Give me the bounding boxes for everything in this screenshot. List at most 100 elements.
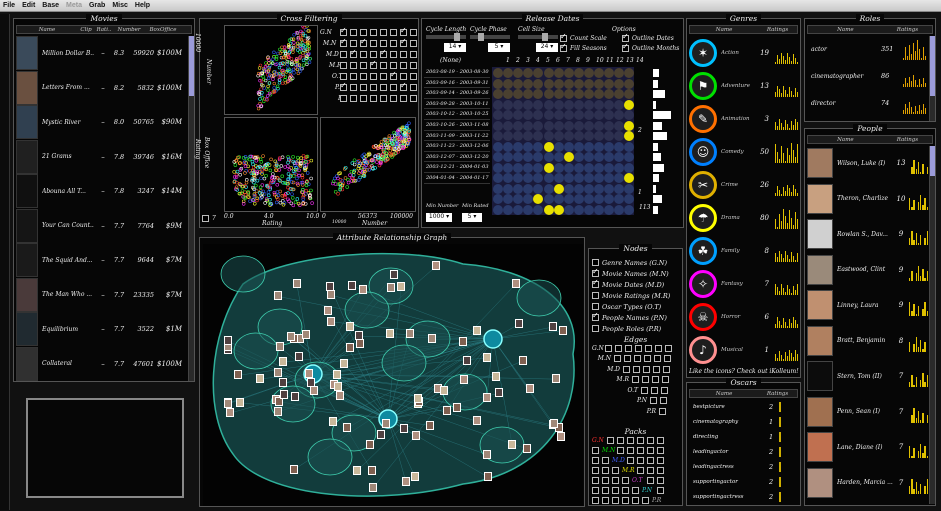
matrix-checkbox[interactable] <box>390 84 397 91</box>
graph-node-photo[interactable] <box>401 477 410 487</box>
calendar-cell[interactable] <box>513 68 524 78</box>
calendar-cell[interactable] <box>614 89 625 99</box>
movie-row[interactable]: The Man Who ... –7.7 23335 $7M <box>16 277 201 312</box>
person-row[interactable]: Linney, Laura 9 <box>807 288 935 322</box>
matrix-checkbox[interactable] <box>360 73 367 80</box>
node-toggle[interactable]: Movie Names (M.N) <box>592 267 670 279</box>
calendar-cell[interactable] <box>513 89 524 99</box>
calendar-cell[interactable] <box>604 204 615 215</box>
roles-col-name[interactable]: Name <box>808 27 883 33</box>
col-rating[interactable]: Rati.. <box>95 27 113 33</box>
matrix-checkbox[interactable] <box>390 29 397 36</box>
graph-node-photo[interactable] <box>224 336 232 346</box>
matrix-checkbox[interactable] <box>380 84 387 91</box>
pack-checkbox[interactable] <box>612 476 619 484</box>
graph-node-photo[interactable] <box>525 384 534 394</box>
calendar-cell[interactable] <box>624 120 634 131</box>
calendar-cell[interactable] <box>594 78 604 89</box>
calendar-cell[interactable] <box>493 110 503 120</box>
movie-row[interactable]: Collateral –7.7 47601 $100M <box>16 346 201 381</box>
cycle-phase-slider[interactable] <box>470 33 510 41</box>
calendar-cell[interactable] <box>553 204 564 215</box>
graph-node-photo[interactable] <box>413 393 422 403</box>
movie-clip[interactable]: – <box>94 187 112 195</box>
graph-node-photo[interactable] <box>472 416 481 426</box>
oscar-row[interactable]: leadingactor 2 <box>689 445 799 459</box>
outline-dates-checkbox[interactable] <box>622 32 629 42</box>
date-range-item[interactable]: 2003-11-09 - 2003-11-22 <box>424 131 490 142</box>
graph-node-photo[interactable] <box>278 357 287 367</box>
calendar-cell[interactable] <box>533 110 544 120</box>
person-row[interactable]: Bratt, Benjamin 8 <box>807 324 935 358</box>
node-toggle[interactable]: Movie Ratings (M.R) <box>592 290 670 301</box>
calendar-cell[interactable] <box>563 204 574 215</box>
calendar-cell[interactable] <box>604 173 615 183</box>
movie-clip[interactable]: – <box>94 222 112 230</box>
role-row[interactable]: cinematographer 86 <box>807 63 935 89</box>
calendar-cell[interactable] <box>563 131 574 141</box>
pack-checkbox[interactable] <box>627 456 634 464</box>
calendar-cell[interactable] <box>614 173 625 183</box>
calendar-cell[interactable] <box>543 194 554 204</box>
calendar-cell[interactable] <box>503 110 514 120</box>
people-col-name[interactable]: Name <box>808 137 883 143</box>
matrix-checkbox[interactable] <box>410 29 417 36</box>
edge-checkbox[interactable] <box>659 407 666 415</box>
pack-checkbox[interactable] <box>627 436 634 444</box>
calendar-cell[interactable] <box>573 162 584 173</box>
calendar-cell[interactable] <box>553 89 564 99</box>
edge-checkbox[interactable] <box>660 397 667 405</box>
movie-row[interactable]: 21 Grams –7.8 39746 $16M <box>16 139 201 174</box>
movie-clip[interactable]: – <box>94 153 112 161</box>
calendar-cell[interactable] <box>563 78 574 89</box>
calendar-cell[interactable] <box>493 78 503 89</box>
graph-node-photo[interactable] <box>236 397 245 407</box>
calendar-cell[interactable] <box>493 141 503 152</box>
calendar-cell[interactable] <box>513 120 524 131</box>
calendar-cell[interactable] <box>563 141 574 152</box>
menu-base[interactable]: Base <box>42 2 59 9</box>
matrix-checkbox[interactable] <box>390 40 397 47</box>
date-range-item[interactable]: 2003-10-12 - 2003-10-25 <box>424 109 490 120</box>
edge-checkbox[interactable] <box>641 386 648 394</box>
calendar-cell[interactable] <box>553 162 564 173</box>
node-toggle[interactable]: Oscar Types (O.T) <box>592 301 670 312</box>
menu-edit[interactable]: Edit <box>22 2 35 9</box>
graph-node-photo[interactable] <box>340 358 349 368</box>
matrix-checkbox[interactable] <box>370 51 377 58</box>
matrix-checkbox[interactable] <box>350 73 357 80</box>
calendar-cell[interactable] <box>624 152 634 162</box>
oscar-row[interactable]: cinematography 1 <box>689 415 799 429</box>
cluster-bubble[interactable] <box>516 279 562 317</box>
cycle-length-spinner[interactable]: 14 ▾ <box>444 43 466 52</box>
pack-checkbox[interactable] <box>627 446 634 454</box>
calendar-cell[interactable] <box>563 89 574 99</box>
pack-checkbox[interactable] <box>657 456 664 464</box>
calendar-cell[interactable] <box>594 152 604 162</box>
date-range-item[interactable]: 2003-12-07 - 2003-12-20 <box>424 152 490 163</box>
scatter-rating-boxoffice[interactable] <box>224 117 318 212</box>
calendar-cell[interactable] <box>573 99 584 110</box>
calendar-cell[interactable] <box>523 78 534 89</box>
calendar-cell[interactable] <box>533 183 544 194</box>
calendar-cell[interactable] <box>563 152 574 162</box>
calendar-cell[interactable] <box>493 162 503 173</box>
calendar-cell[interactable] <box>533 162 544 173</box>
calendar-cell[interactable] <box>503 183 514 194</box>
pack-checkbox[interactable] <box>647 466 654 474</box>
fill-seasons-checkbox[interactable] <box>560 42 567 52</box>
calendar-cell[interactable] <box>604 78 615 89</box>
graph-node-photo[interactable] <box>355 331 364 341</box>
edge-checkbox[interactable] <box>615 344 622 352</box>
graph-node-photo[interactable] <box>494 388 503 398</box>
menu-help[interactable]: Help <box>135 2 150 9</box>
graph-node-photo[interactable] <box>523 444 532 454</box>
menu-file[interactable]: File <box>3 2 15 9</box>
calendar-cell[interactable] <box>523 110 534 120</box>
graph-node-photo[interactable] <box>483 449 492 459</box>
genre-row[interactable]: ⚑ Adventure 13 <box>689 69 801 102</box>
person-row[interactable]: Lane, Diane (I) 7 <box>807 430 935 464</box>
oscars-col-name[interactable]: Name <box>690 391 758 397</box>
graph-node-photo[interactable] <box>328 417 337 427</box>
calendar-cell[interactable] <box>604 120 615 131</box>
